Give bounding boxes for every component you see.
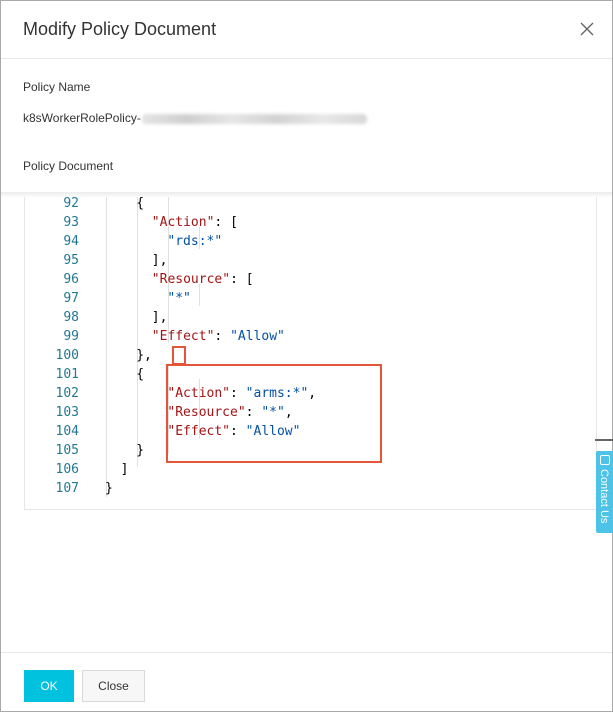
dialog-title: Modify Policy Document bbox=[23, 19, 217, 39]
comma-highlight bbox=[172, 346, 186, 365]
code-text: }, bbox=[136, 348, 152, 363]
contact-us-tab[interactable]: Contact Us bbox=[596, 451, 613, 533]
line-number: 92 bbox=[63, 197, 79, 211]
code-text: "Action": [ bbox=[151, 215, 238, 230]
chat-icon bbox=[600, 455, 610, 465]
line-number: 104 bbox=[55, 424, 79, 439]
line-number: 95 bbox=[63, 253, 79, 268]
policy-name-label: Policy Name bbox=[23, 80, 91, 94]
code-text: ], bbox=[151, 253, 168, 268]
line-number: 94 bbox=[63, 234, 79, 249]
close-button[interactable]: Close bbox=[82, 670, 145, 702]
code-line[interactable]: 95], bbox=[25, 251, 596, 270]
code-text: "Resource": [ bbox=[151, 272, 254, 287]
line-number: 106 bbox=[55, 462, 79, 477]
code-text: "Effect": "Allow" bbox=[151, 329, 285, 344]
code-text: { bbox=[136, 367, 145, 382]
ok-button[interactable]: OK bbox=[24, 670, 74, 702]
policy-document-editor[interactable]: 92 {93 "Action": [ 94 "rds:*" 95], 96 "Resource… bbox=[24, 197, 597, 510]
code-text: "rds:*" bbox=[167, 234, 223, 249]
line-number: 103 bbox=[55, 405, 79, 420]
line-number: 98 bbox=[63, 310, 79, 325]
policy-document-label: Policy Document bbox=[23, 159, 114, 173]
code-text: } bbox=[136, 443, 145, 458]
modify-policy-dialog: Modify Policy Document Policy Name k8sWo… bbox=[0, 0, 613, 712]
line-number: 102 bbox=[55, 386, 79, 401]
code-line[interactable]: 100}, bbox=[25, 346, 596, 365]
code-line[interactable]: 94 "rds:*" bbox=[25, 232, 596, 251]
code-text: ], bbox=[151, 310, 168, 325]
line-number: 96 bbox=[63, 272, 79, 287]
header-divider bbox=[1, 58, 612, 59]
scrollbar-marker[interactable] bbox=[595, 439, 613, 441]
policy-name-text: k8sWorkerRolePolicy- bbox=[23, 111, 141, 125]
contact-us-label: Contact Us bbox=[598, 469, 610, 524]
close-icon[interactable] bbox=[575, 17, 599, 41]
code-line[interactable]: 93 "Action": [ bbox=[25, 213, 596, 232]
line-number: 100 bbox=[55, 348, 79, 363]
policy-name-value: k8sWorkerRolePolicy- bbox=[23, 111, 367, 125]
footer-divider bbox=[1, 652, 612, 653]
line-number: 101 bbox=[55, 367, 79, 382]
line-number: 105 bbox=[55, 443, 79, 458]
redacted-text bbox=[141, 113, 367, 124]
line-number: 93 bbox=[63, 215, 79, 230]
added-statement-highlight bbox=[166, 364, 382, 463]
code-line[interactable]: 92 { bbox=[25, 197, 596, 213]
code-line[interactable]: 97 "*" bbox=[25, 289, 596, 308]
line-number: 99 bbox=[63, 329, 79, 344]
code-text: { bbox=[136, 197, 145, 211]
code-line[interactable]: 99 "Effect": "Allow" bbox=[25, 327, 596, 346]
code-text: "*" bbox=[167, 291, 191, 306]
code-text: ] bbox=[120, 462, 129, 477]
line-number: 97 bbox=[63, 291, 79, 306]
code-text: } bbox=[105, 481, 113, 496]
code-line[interactable]: 96 "Resource": [ bbox=[25, 270, 596, 289]
line-number: 107 bbox=[55, 481, 79, 496]
code-line[interactable]: 107} bbox=[25, 479, 596, 498]
code-line[interactable]: 98], bbox=[25, 308, 596, 327]
